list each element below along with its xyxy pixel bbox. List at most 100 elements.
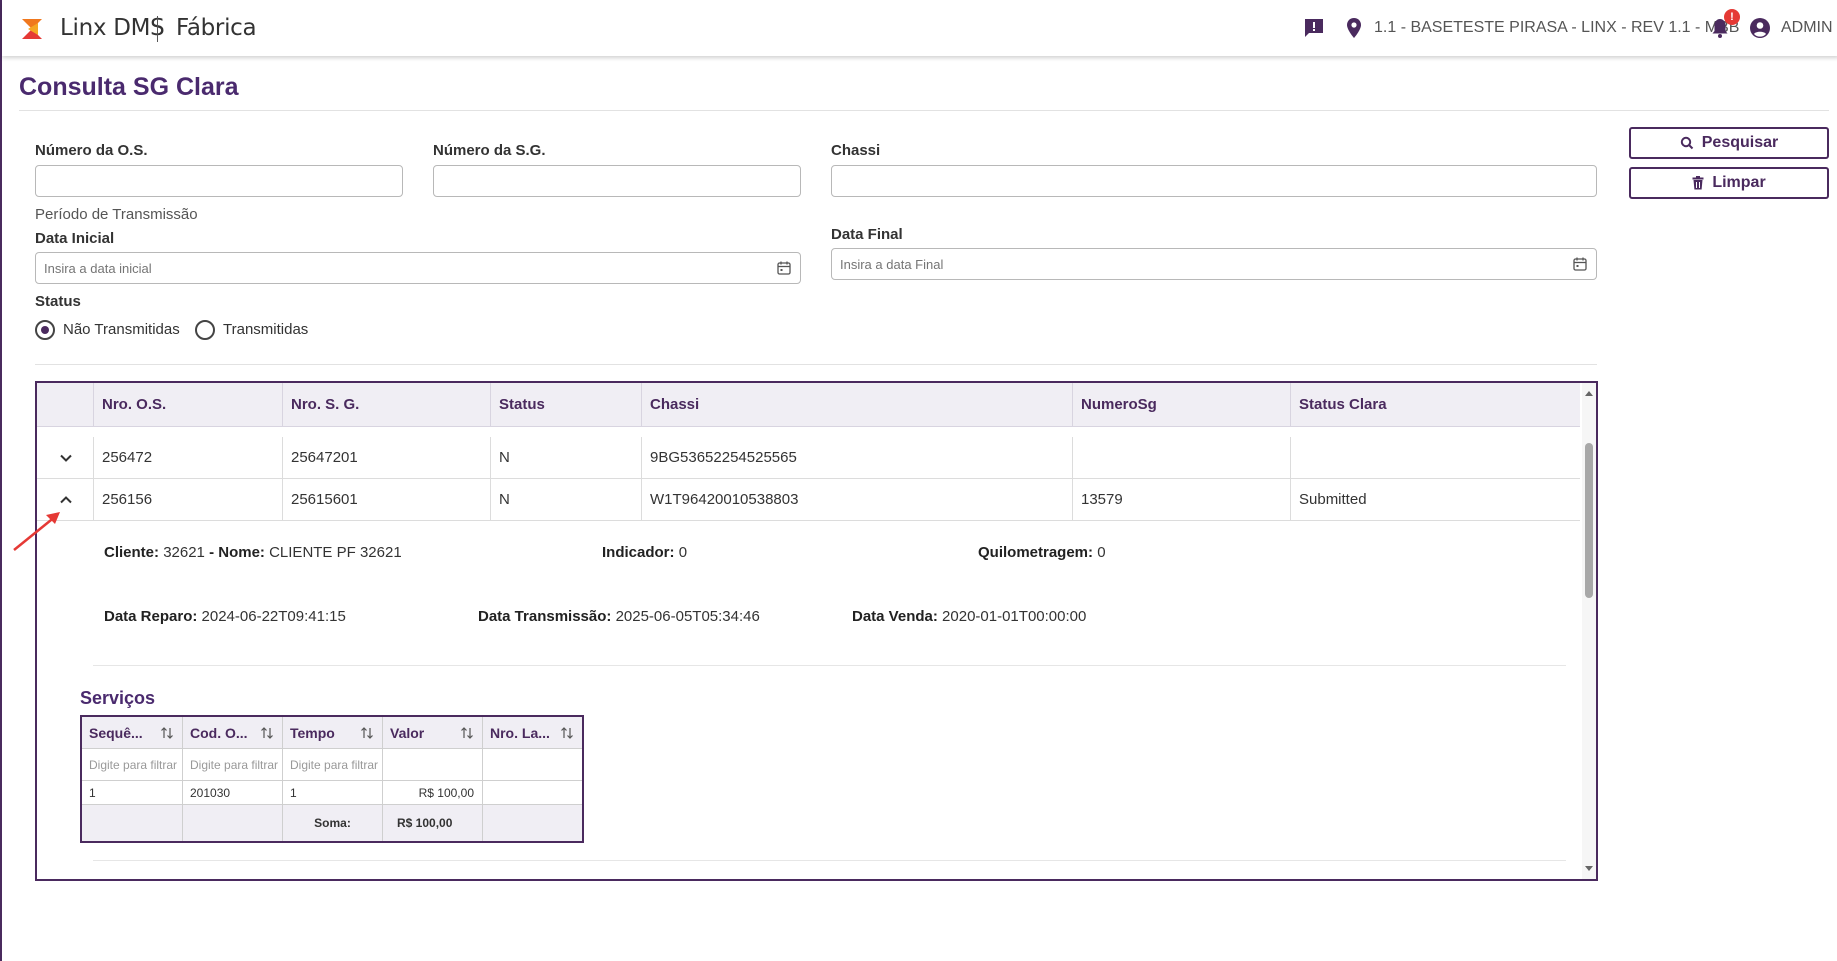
current-location[interactable]: 1.1 - BASETESTE PIRASA - LINX - REV 1.1 … [1374, 19, 1739, 37]
radio-nao-transmitidas[interactable] [35, 320, 55, 340]
grid-scrollbar[interactable] [1582, 383, 1596, 879]
cell-status-clara [1290, 437, 1580, 479]
filter-divider [35, 364, 1597, 365]
title-divider [19, 110, 1829, 111]
col-nro-sg[interactable]: Nro. S. G. [282, 383, 490, 427]
sv-sum-empty [483, 805, 582, 841]
top-header: Linx DMS Fábrica 1.1 - BASETESTE PIRASA … [2, 0, 1837, 56]
pesquisar-button[interactable]: Pesquisar [1629, 127, 1829, 159]
data-inicial-input[interactable] [35, 252, 801, 284]
scroll-down-icon[interactable] [1584, 865, 1594, 873]
col-status[interactable]: Status [490, 383, 641, 427]
cell-numero-sg: 13579 [1072, 479, 1290, 521]
data-reparo-value: 2024-06-22T09:41:15 [201, 608, 346, 625]
indicador-label: Indicador: [602, 544, 675, 561]
col-numero-sg[interactable]: NumeroSg [1072, 383, 1290, 427]
chevron-up-icon[interactable] [59, 493, 73, 507]
sort-icon[interactable] [560, 726, 574, 740]
data-venda-value: 2020-01-01T00:00:00 [942, 608, 1087, 625]
detail-data-transmissao: Data Transmissão: 2025-06-05T05:34:46 [478, 608, 760, 625]
sv-cell-valor: R$ 100,00 [383, 781, 482, 805]
data-transmissao-value: 2025-06-05T05:34:46 [615, 608, 760, 625]
radio-transmitidas[interactable] [195, 320, 215, 340]
location-pin-icon[interactable] [1342, 16, 1366, 40]
detail-quilometragem: Quilometragem: 0 [978, 544, 1106, 561]
brand-name: Linx DMS [60, 15, 165, 41]
cell-status-clara: Submitted [1290, 479, 1580, 521]
status-label: Status [35, 293, 81, 310]
data-venda-label: Data Venda: [852, 608, 938, 625]
chassi-input[interactable] [831, 165, 1597, 197]
pesquisar-label: Pesquisar [1701, 134, 1779, 151]
os-input[interactable] [35, 165, 403, 197]
radio-transmitidas-label[interactable]: Transmitidas [223, 321, 308, 338]
sv-filter-valor[interactable] [383, 749, 482, 781]
cliente-value: 32621 [163, 544, 205, 561]
sv-filter-cod[interactable]: Digite para filtrar [183, 749, 282, 781]
sv-soma-label: Soma: [283, 805, 382, 841]
indicador-value: 0 [678, 544, 688, 561]
app-frame: Linx DMS Fábrica 1.1 - BASETESTE PIRASA … [0, 0, 1837, 961]
cell-chassi: W1T96420010538803 [641, 479, 1072, 521]
brand-divider [157, 16, 158, 42]
feedback-icon[interactable] [1302, 16, 1326, 40]
search-icon [1680, 136, 1693, 150]
sv-cell-sequencia: 1 [82, 781, 182, 805]
data-transmissao-label: Data Transmissão: [478, 608, 612, 625]
linx-logo-icon [22, 19, 42, 39]
quilometragem-label: Quilometragem: [978, 544, 1094, 561]
nome-value: CLIENTE PF 32621 [269, 544, 402, 561]
table-row[interactable]: 256472 25647201 N 9BG53652254525565 [37, 437, 1580, 479]
limpar-label: Limpar [1712, 174, 1766, 191]
sort-icon[interactable] [160, 726, 174, 740]
detail-data-venda: Data Venda: 2020-01-01T00:00:00 [852, 608, 1086, 625]
data-final-input[interactable] [831, 248, 1597, 280]
cliente-label: Cliente: [104, 544, 160, 561]
calendar-icon[interactable] [776, 260, 792, 276]
table-row[interactable]: 256156 25615601 N W1T96420010538803 1357… [37, 479, 1580, 521]
calendar-icon[interactable] [1572, 256, 1588, 272]
sg-label: Número da S.G. [433, 142, 546, 159]
module-name: Fábrica [176, 15, 257, 41]
chevron-down-icon[interactable] [59, 451, 73, 465]
limpar-button[interactable]: Limpar [1629, 167, 1829, 199]
detail-divider [93, 665, 1566, 666]
results-grid: Nro. O.S. Nro. S. G. Status Chassi Numer… [35, 381, 1598, 881]
servicos-title: Serviços [80, 688, 156, 708]
periodo-label: Período de Transmissão [35, 206, 198, 223]
grid-header: Nro. O.S. Nro. S. G. Status Chassi Numer… [37, 383, 1580, 427]
sv-cell-cod: 201030 [183, 781, 282, 805]
sg-input[interactable] [433, 165, 801, 197]
detail-cliente: Cliente: 32621 - Nome: CLIENTE PF 32621 [104, 544, 402, 561]
sv-sum-empty [183, 805, 282, 841]
page-title: Consulta SG Clara [19, 73, 239, 101]
sort-icon[interactable] [360, 726, 374, 740]
cell-status: N [490, 479, 641, 521]
col-nro-os[interactable]: Nro. O.S. [93, 383, 282, 427]
sv-cell-nro [483, 781, 582, 805]
os-label: Número da O.S. [35, 142, 148, 159]
scroll-up-icon[interactable] [1584, 389, 1594, 397]
sort-icon[interactable] [460, 726, 474, 740]
account-circle-icon[interactable] [1748, 16, 1772, 40]
detail-indicador: Indicador: 0 [602, 544, 687, 561]
col-status-clara[interactable]: Status Clara [1290, 383, 1580, 427]
cell-nro-sg: 25615601 [282, 479, 490, 521]
user-name[interactable]: ADMIN [1781, 19, 1833, 37]
detail-divider [93, 860, 1566, 861]
scrollbar-thumb[interactable] [1585, 443, 1593, 598]
sort-icon[interactable] [260, 726, 274, 740]
cell-nro-sg: 25647201 [282, 437, 490, 479]
sv-filter-tempo[interactable]: Digite para filtrar [283, 749, 382, 781]
sv-filter-sequencia[interactable]: Digite para filtrar [82, 749, 182, 781]
detail-data-reparo: Data Reparo: 2024-06-22T09:41:15 [104, 608, 346, 625]
data-final-label: Data Final [831, 226, 903, 243]
sv-soma-value: R$ 100,00 [383, 805, 482, 841]
notification-badge: ! [1724, 9, 1740, 25]
radio-nao-transmitidas-label[interactable]: Não Transmitidas [63, 321, 180, 338]
col-chassi[interactable]: Chassi [641, 383, 1072, 427]
data-inicial-label: Data Inicial [35, 230, 115, 247]
trash-icon [1692, 176, 1704, 190]
sv-filter-nro[interactable] [483, 749, 582, 781]
cell-chassi: 9BG53652254525565 [641, 437, 1072, 479]
